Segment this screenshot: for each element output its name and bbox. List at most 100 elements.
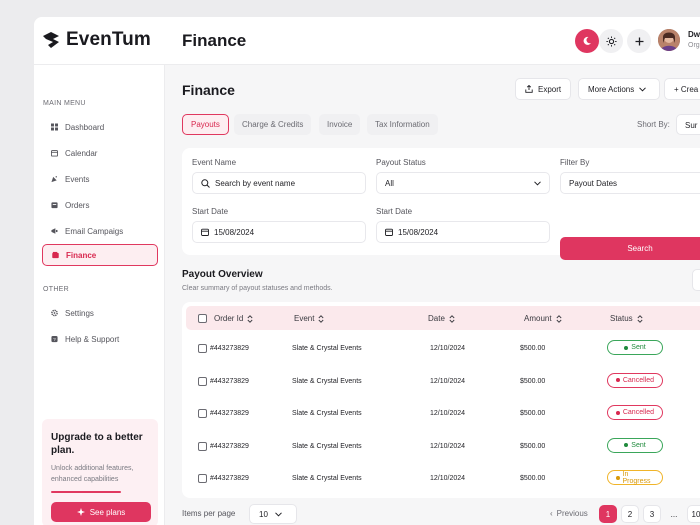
help-icon: ?	[51, 335, 58, 343]
tab-tax-information[interactable]: Tax Information	[367, 114, 438, 135]
sidebar-item-events[interactable]: Events	[42, 168, 158, 190]
sidebar-item-email-campaigns[interactable]: Email Campaigs	[42, 220, 158, 242]
user-name: Dwi	[688, 30, 700, 39]
sort-select[interactable]: Sur	[676, 114, 700, 135]
logo[interactable]: EvenTum	[42, 29, 151, 51]
row-checkbox[interactable]	[198, 376, 207, 386]
more-actions-button[interactable]: More Actions	[578, 78, 660, 100]
app-window: EvenTum Finance Dwi Org MAIN MENU Dashbo…	[34, 17, 700, 525]
tab-payouts[interactable]: Payouts	[182, 114, 229, 135]
upgrade-card: Upgrade to a better plan. Unlock additio…	[42, 419, 158, 525]
light-mode-toggle[interactable]	[599, 29, 623, 53]
sparkle-icon	[76, 508, 85, 516]
date-cell: 12/10/2024	[430, 442, 466, 450]
col-status[interactable]: Status	[610, 314, 643, 323]
row-checkbox[interactable]	[198, 344, 207, 353]
search-button[interactable]: Search	[560, 237, 700, 260]
col-amount[interactable]: Amount	[524, 314, 562, 323]
table-row[interactable]: #443273829 Slate & Crystal Events 12/10/20…	[182, 333, 700, 365]
col-order-id[interactable]: Order Id	[214, 314, 253, 323]
col-label: Status	[610, 314, 633, 323]
order-id-cell: #443273829	[210, 442, 249, 450]
table-row[interactable]: #443273829 Slate & Crystal Events 12/10/20…	[182, 463, 700, 495]
amount-cell: $500.00	[520, 410, 546, 417]
add-button[interactable]	[627, 29, 651, 53]
status-label: Sent	[631, 344, 646, 351]
row-checkbox[interactable]	[198, 409, 207, 418]
status-label: Cancelled	[622, 409, 654, 416]
overview-action-button[interactable]	[692, 269, 700, 291]
calendar-icon	[385, 228, 393, 236]
page-2-button[interactable]: 2	[621, 505, 639, 523]
export-button[interactable]: Export	[515, 78, 572, 100]
dark-mode-toggle[interactable]	[575, 29, 599, 53]
export-label: Export	[538, 84, 562, 94]
table-row[interactable]: #443273829 Slate & Crystal Events 12/10/20…	[182, 366, 700, 398]
event-cell: Slate & Crystal Events	[292, 345, 362, 352]
sidebar-item-finance[interactable]: Finance	[42, 244, 158, 266]
table-row[interactable]: #443273829 Slate & Crystal Events 12/10/20…	[182, 398, 700, 430]
filter-by-select[interactable]: Payout Dates	[560, 172, 700, 194]
other-label: OTHER	[43, 286, 69, 293]
sidebar-item-label: Email Campaigs	[65, 226, 124, 236]
create-label: + Crea	[674, 84, 699, 94]
sort-icon	[637, 314, 643, 323]
start-date-input[interactable]: 15/08/2024	[192, 221, 366, 243]
megaphone-icon	[51, 228, 58, 235]
items-per-page-select[interactable]: 10	[249, 504, 297, 524]
chevron-left-icon: ‹	[550, 509, 553, 518]
page-1-button[interactable]: 1	[599, 505, 617, 523]
see-plans-button[interactable]: See plans	[51, 502, 151, 522]
status-badge: Sent	[607, 437, 663, 453]
sort-icon	[449, 314, 455, 323]
chevron-down-icon	[275, 512, 282, 517]
sidebar-item-dashboard[interactable]: Dashboard	[42, 116, 158, 138]
sort-icon	[318, 314, 324, 323]
table-row[interactable]: #443273829 Slate & Crystal Events 12/10/20…	[182, 431, 700, 463]
sidebar-item-orders[interactable]: Orders	[42, 194, 158, 216]
previous-label: Previous	[556, 509, 588, 518]
create-button[interactable]: + Crea	[664, 78, 700, 100]
amount-cell: $500.00	[520, 475, 546, 482]
page-3-button[interactable]: 3	[643, 505, 661, 523]
sidebar-item-settings[interactable]: Settings	[42, 302, 158, 324]
avatar-image	[658, 29, 680, 51]
row-checkbox[interactable]	[198, 474, 207, 483]
sidebar-item-label: Help & Support	[65, 334, 120, 344]
calendar-icon	[201, 228, 209, 236]
tab-label: Payouts	[191, 120, 220, 129]
sidebar-item-label: Calendar	[65, 148, 98, 158]
more-actions-label: More Actions	[588, 84, 635, 94]
previous-page-button[interactable]: ‹ Previous	[550, 509, 588, 518]
col-date[interactable]: Date	[428, 314, 455, 323]
event-search-input[interactable]: Search by event name	[192, 172, 366, 194]
amount-cell: $500.00	[520, 377, 546, 385]
page-10-button[interactable]: 10	[687, 505, 700, 523]
filter-by-label: Filter By	[560, 158, 590, 167]
tab-invoice[interactable]: Invoice	[319, 114, 361, 135]
table-header: Order Id Event Date Amount Status	[186, 306, 700, 330]
section-title: Finance	[182, 82, 235, 98]
upgrade-title: Upgrade to a better plan.	[51, 432, 143, 456]
select-all-checkbox[interactable]	[198, 314, 207, 323]
sidebar-item-label: Finance	[66, 250, 97, 260]
start-date-2-input[interactable]: 15/08/2024	[376, 221, 550, 243]
tab-charge-credits[interactable]: Charge & Credits	[234, 114, 312, 135]
col-label: Event	[294, 314, 315, 323]
calendar-icon	[51, 150, 58, 157]
orders-icon	[51, 202, 58, 209]
dashboard-icon	[51, 123, 58, 131]
col-event[interactable]: Event	[294, 314, 324, 323]
row-checkbox[interactable]	[198, 441, 207, 451]
start-date-2-value: 15/08/2024	[398, 227, 439, 237]
per-page-value: 10	[259, 510, 268, 519]
sidebar-item-calendar[interactable]: Calendar	[42, 142, 158, 164]
sidebar-item-label: Dashboard	[65, 122, 105, 132]
sidebar-item-help[interactable]: ? Help & Support	[42, 328, 158, 350]
payout-status-select[interactable]: All	[376, 172, 550, 194]
col-label: Order Id	[214, 314, 244, 323]
events-icon	[51, 176, 58, 183]
order-id-cell: #443273829	[210, 345, 249, 352]
order-id-cell: #443273829	[210, 475, 249, 482]
avatar[interactable]	[658, 29, 680, 51]
